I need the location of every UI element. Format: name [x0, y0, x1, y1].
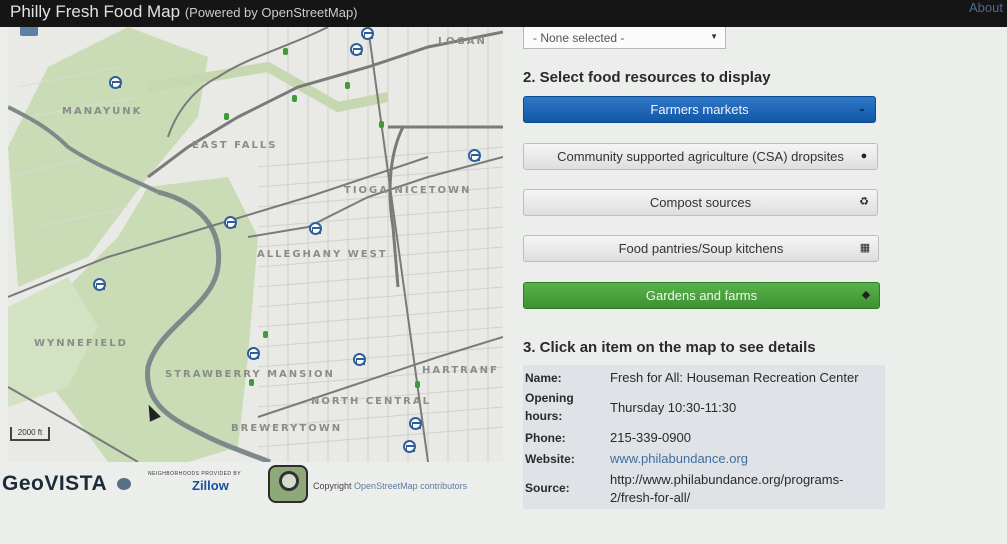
zillow-caption: NEIGHBORHOODS PROVIDED BY	[148, 471, 242, 477]
gardens-farms-button[interactable]: Gardens and farms ◆	[523, 282, 880, 309]
farmers-market-marker[interactable]	[409, 417, 422, 430]
compost-sources-button[interactable]: Compost sources ♻	[523, 189, 878, 216]
farmers-market-marker[interactable]	[361, 27, 374, 40]
name-label: Name:	[525, 371, 562, 385]
name-value: Fresh for All: Houseman Recreation Cente…	[610, 370, 859, 385]
garden-marker[interactable]	[249, 379, 254, 386]
button-label: Community supported agriculture (CSA) dr…	[557, 149, 844, 164]
garden-marker[interactable]	[283, 48, 288, 55]
map-scale-bar: 2000 ft	[10, 427, 50, 441]
csa-dropsites-button[interactable]: Community supported agriculture (CSA) dr…	[523, 143, 878, 170]
source-value-line2: 2/fresh-for-all/	[610, 490, 691, 505]
garden-marker[interactable]	[224, 113, 229, 120]
farmers-market-marker[interactable]	[109, 76, 122, 89]
globe-icon	[117, 478, 131, 490]
farmers-market-marker[interactable]	[247, 347, 260, 360]
copyright-prefix: Copyright	[313, 481, 352, 491]
detail-row-phone: Phone: 215-339-0900	[523, 428, 885, 448]
farmers-market-marker[interactable]	[93, 278, 106, 291]
map-label-north-central: NORTH CENTRAL	[311, 396, 431, 407]
top-bar: Philly Fresh Food Map (Powered by OpenSt…	[0, 0, 1007, 27]
neighborhood-select[interactable]: - None selected - ▼	[523, 27, 726, 49]
farmers-market-marker[interactable]	[468, 149, 481, 162]
detail-row-website: Website: www.philabundance.org	[523, 449, 885, 469]
select-value: - None selected -	[533, 31, 625, 45]
details-table: Name: Fresh for All: Houseman Recreation…	[523, 365, 885, 509]
hours-label-line2: hours:	[525, 409, 563, 423]
hours-label-line1: Opening	[525, 391, 574, 405]
garden-marker[interactable]	[263, 331, 268, 338]
app-title-text: Philly Fresh Food Map	[10, 2, 181, 21]
copyright-notice: Copyright OpenStreetMap contributors	[313, 481, 467, 491]
map-label-east-falls: EAST FALLS	[192, 140, 278, 151]
osm-contributors-link[interactable]: OpenStreetMap contributors	[354, 481, 467, 491]
step3-heading: 3. Click an item on the map to see detai…	[523, 339, 816, 356]
recycle-icon: ♻	[859, 196, 869, 208]
detail-row-hours: Opening hours: Thursday 10:30-11:30	[523, 389, 885, 427]
food-pantries-button[interactable]: Food pantries/Soup kitchens ▦	[523, 235, 879, 262]
control-panel: - None selected - ▼ 2. Select food resou…	[523, 27, 1003, 544]
garden-marker[interactable]	[379, 121, 384, 128]
phone-value: 215-339-0900	[610, 430, 691, 445]
garden-marker[interactable]	[292, 95, 297, 102]
source-label: Source:	[525, 481, 570, 495]
button-label: Farmers markets	[650, 102, 749, 117]
farmers-market-marker[interactable]	[353, 353, 366, 366]
about-link[interactable]: About	[969, 0, 1003, 15]
farmers-markets-button[interactable]: Farmers markets ◒	[523, 96, 876, 123]
grid-icon: ▦	[859, 242, 871, 254]
farmers-market-marker[interactable]	[350, 43, 363, 56]
app-title: Philly Fresh Food Map (Powered by OpenSt…	[10, 2, 358, 22]
app-subtitle: (Powered by OpenStreetMap)	[184, 5, 358, 20]
button-label: Compost sources	[649, 195, 752, 210]
geovista-logo[interactable]: GeoVISTA	[2, 472, 107, 496]
button-label: Food pantries/Soup kitchens	[618, 241, 784, 256]
website-label: Website:	[525, 452, 575, 466]
map-canvas[interactable]: LOGAN MANAYUNK EAST FALLS TIOGA NICETOWN…	[8, 27, 503, 462]
detail-row-name: Name: Fresh for All: Houseman Recreation…	[523, 367, 885, 387]
source-value-line1: http://www.philabundance.org/programs-	[610, 472, 844, 487]
map-label-brewerytown: BREWERYTOWN	[231, 423, 343, 434]
map-label-wynnefield: WYNNEFIELD	[34, 338, 128, 349]
apple-icon: ●	[860, 150, 868, 162]
map-label-logan: LOGAN	[438, 36, 487, 47]
garden-marker[interactable]	[345, 82, 350, 89]
farmers-market-marker[interactable]	[224, 216, 237, 229]
basket-icon: ◒	[858, 103, 866, 115]
button-label: Gardens and farms	[645, 288, 758, 303]
zoom-control[interactable]	[20, 27, 38, 36]
detail-row-source: Source: http://www.philabundance.org/pro…	[523, 470, 885, 508]
zillow-logo[interactable]: Zillow	[192, 478, 229, 493]
garden-marker[interactable]	[415, 381, 420, 388]
phone-label: Phone:	[525, 431, 566, 445]
farmers-market-marker[interactable]	[403, 440, 416, 453]
map-label-allegheny-west: ALLEGHANY WEST	[257, 249, 388, 260]
map-label-tioga-nicetown: TIOGA NICETOWN	[344, 185, 472, 196]
leaf-icon: ◆	[861, 289, 871, 301]
step2-heading: 2. Select food resources to display	[523, 69, 771, 86]
map-label-manayunk: MANAYUNK	[62, 106, 143, 117]
hours-value: Thursday 10:30-11:30	[610, 400, 737, 415]
farmers-market-marker[interactable]	[309, 222, 322, 235]
magnifier-icon	[279, 471, 299, 491]
website-link[interactable]: www.philabundance.org	[610, 449, 748, 468]
map-label-hartranft: HARTRANF	[422, 365, 499, 376]
attribution-footer: GeoVISTA NEIGHBORHOODS PROVIDED BY Zillo…	[0, 462, 505, 512]
caret-down-icon: ▼	[710, 32, 718, 41]
